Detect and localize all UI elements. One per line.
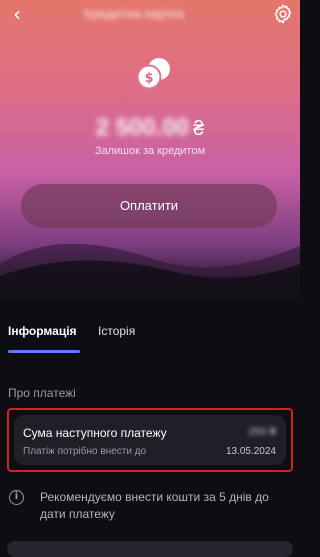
- currency-symbol: ₴: [193, 118, 205, 140]
- pay-button[interactable]: Оплатити: [21, 184, 277, 228]
- settings-button[interactable]: [272, 3, 294, 25]
- hero-header: ‹ Кредитна картка $ 2 500.00 ₴ Залишок за…: [0, 0, 300, 300]
- active-tab-indicator: [8, 350, 80, 353]
- chevron-left-icon: ‹: [13, 2, 21, 26]
- balance-value: 2 500.00: [95, 114, 190, 141]
- back-button[interactable]: ‹: [6, 2, 28, 26]
- bottom-card-partial[interactable]: [7, 541, 293, 557]
- next-payment-card[interactable]: Сума наступного платежу 250 ₴ Платіж пот…: [14, 415, 286, 465]
- next-payment-amount: 250 ₴: [248, 426, 276, 438]
- balance-amount: 2 500.00 ₴: [70, 114, 230, 144]
- gear-icon: [274, 4, 292, 24]
- tab-information[interactable]: Інформація: [8, 324, 77, 338]
- next-payment-highlight: Сума наступного платежу 250 ₴ Платіж пот…: [7, 408, 293, 472]
- card-title: Кредитна картка: [84, 6, 184, 21]
- payment-due-label: Платіж потрібно внести до: [23, 446, 147, 457]
- svg-text:$: $: [144, 71, 153, 86]
- tab-bar: Інформація Історія: [0, 318, 300, 358]
- tab-history[interactable]: Історія: [98, 324, 135, 338]
- info-icon: i: [9, 490, 24, 505]
- section-title-payments: Про платежі: [8, 386, 76, 400]
- coins-icon: $: [136, 58, 170, 90]
- info-notice: i Рекомендуємо внести кошти за 5 днів до…: [0, 486, 300, 526]
- decorative-wave: [0, 243, 300, 300]
- balance-label: Залишок за кредитом: [94, 145, 206, 157]
- info-text: Рекомендуємо внести кошти за 5 днів до д…: [40, 490, 269, 521]
- next-payment-label: Сума наступного платежу: [23, 426, 167, 440]
- payment-due-date: 13.05.2024: [225, 446, 276, 457]
